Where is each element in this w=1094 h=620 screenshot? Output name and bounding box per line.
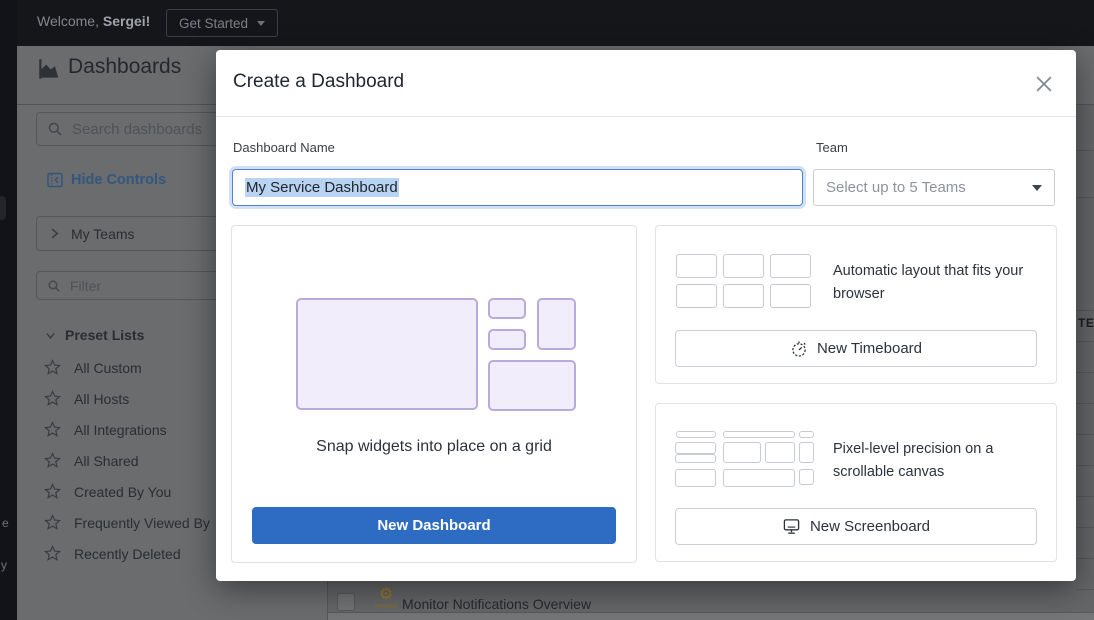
preset-lists-label: Preset Lists	[65, 327, 144, 343]
sidebar-item-frequently-viewed[interactable]: Frequently Viewed By	[44, 514, 210, 531]
table-row-separator	[1076, 434, 1094, 435]
search-icon	[47, 121, 63, 137]
team-label: Team	[816, 140, 848, 155]
new-timeboard-card: Automatic layout that fits your browser …	[655, 225, 1057, 384]
star-icon	[44, 545, 61, 562]
table-row-separator	[1076, 341, 1094, 342]
new-dashboard-button[interactable]: New Dashboard	[252, 507, 616, 544]
chevron-right-icon	[47, 226, 62, 241]
star-icon	[44, 359, 61, 376]
filter-placeholder: Filter	[70, 278, 101, 294]
screen: e y Welcome, Sergei! Get Started Dashboa…	[0, 0, 1094, 620]
modal-title: Create a Dashboard	[233, 71, 404, 93]
dashboard-name-value: My Service Dashboard	[245, 178, 399, 197]
close-button[interactable]	[1036, 76, 1052, 92]
modal-header: Create a Dashboard	[216, 50, 1076, 117]
dashboard-name-input[interactable]: My Service Dashboard	[232, 169, 803, 206]
screenboard-description: Pixel-level precision on a scrollable ca…	[833, 438, 1055, 484]
sidebar-item-created-by-you[interactable]: Created By You	[44, 483, 171, 500]
team-select-placeholder: Select up to 5 Teams	[826, 179, 966, 196]
star-icon	[44, 514, 61, 531]
table-row-separator	[1076, 465, 1094, 466]
table-row-separator	[1076, 150, 1094, 151]
team-column-header-clipped: TE	[1078, 316, 1094, 330]
star-icon	[44, 421, 61, 438]
preset-lists-header[interactable]: Preset Lists	[44, 327, 144, 343]
search-placeholder: Search dashboards	[72, 121, 202, 138]
system-icon-caption: system	[373, 603, 399, 610]
sidebar-item-label: Created By You	[74, 484, 171, 500]
username: Sergei!	[103, 13, 150, 29]
hide-controls-link[interactable]: Hide Controls	[47, 172, 166, 188]
table-row-separator	[1076, 527, 1094, 528]
chevron-down-icon	[257, 21, 265, 26]
sidebar-item-recently-deleted[interactable]: Recently Deleted	[44, 545, 181, 562]
get-started-label: Get Started	[179, 16, 248, 31]
search-icon	[47, 279, 61, 293]
hide-controls-label: Hide Controls	[71, 172, 166, 188]
dashboard-name-label: Dashboard Name	[233, 140, 335, 155]
my-teams-label: My Teams	[71, 226, 135, 242]
dashboard-row-name[interactable]: Monitor Notifications Overview	[402, 596, 591, 612]
collapsed-left-nav[interactable]: e y	[0, 0, 17, 620]
new-dashboard-card: Snap widgets into place on a grid New Da…	[231, 225, 637, 563]
collapse-panel-icon	[47, 172, 63, 188]
welcome-message: Welcome, Sergei!	[37, 13, 150, 29]
new-screenboard-card: Pixel-level precision on a scrollable ca…	[655, 403, 1057, 562]
star-icon	[44, 390, 61, 407]
star-icon	[44, 452, 61, 469]
sidebar-item-all-custom[interactable]: All Custom	[44, 359, 142, 376]
create-dashboard-modal: Create a Dashboard Dashboard Name Team M…	[216, 50, 1076, 581]
table-row-separator	[1076, 558, 1094, 559]
get-started-button[interactable]: Get Started	[166, 9, 278, 37]
table-row-separator	[1076, 403, 1094, 404]
page-title: Dashboards	[68, 55, 181, 79]
sidebar-item-all-shared[interactable]: All Shared	[44, 452, 139, 469]
gear-glyph: ⚙	[373, 587, 399, 603]
stopwatch-icon	[790, 340, 808, 358]
table-row-separator	[1076, 197, 1094, 198]
nav-highlight	[0, 196, 6, 220]
sidebar-item-label: Frequently Viewed By	[74, 515, 210, 531]
new-screenboard-button[interactable]: New Screenboard	[675, 508, 1037, 545]
close-icon	[1036, 76, 1052, 92]
sidebar-item-label: Recently Deleted	[74, 546, 181, 562]
table-row-separator	[1076, 496, 1094, 497]
grid-card-caption: Snap widgets into place on a grid	[232, 438, 636, 456]
timeboard-description: Automatic layout that fits your browser	[833, 260, 1055, 306]
new-timeboard-button[interactable]: New Timeboard	[675, 330, 1037, 367]
nav-text-fragment: y	[1, 558, 7, 572]
row-checkbox[interactable]	[337, 593, 355, 611]
sidebar-item-label: All Integrations	[74, 422, 167, 438]
dashboards-icon	[36, 56, 62, 82]
sidebar-item-label: All Custom	[74, 360, 142, 376]
sidebar-item-label: All Hosts	[74, 391, 129, 407]
top-bar: Welcome, Sergei! Get Started	[17, 0, 1094, 46]
new-timeboard-label: New Timeboard	[817, 340, 922, 357]
table-row-separator	[1076, 372, 1094, 373]
team-select[interactable]: Select up to 5 Teams	[813, 169, 1055, 206]
table-row-separator	[1076, 310, 1094, 311]
monitor-icon	[782, 518, 801, 536]
sidebar-item-label: All Shared	[74, 453, 139, 469]
sidebar-item-all-hosts[interactable]: All Hosts	[44, 390, 129, 407]
sidebar-item-all-integrations[interactable]: All Integrations	[44, 421, 167, 438]
chevron-down-icon	[44, 329, 57, 342]
star-icon	[44, 483, 61, 500]
new-screenboard-label: New Screenboard	[810, 518, 930, 535]
chevron-down-icon	[1032, 185, 1042, 191]
nav-text-fragment: e	[2, 516, 9, 530]
system-gear-icon: ⚙ system	[373, 587, 399, 610]
table-row-separator	[1076, 589, 1094, 590]
next-row-edge	[328, 613, 1094, 620]
welcome-prefix: Welcome,	[37, 13, 99, 29]
